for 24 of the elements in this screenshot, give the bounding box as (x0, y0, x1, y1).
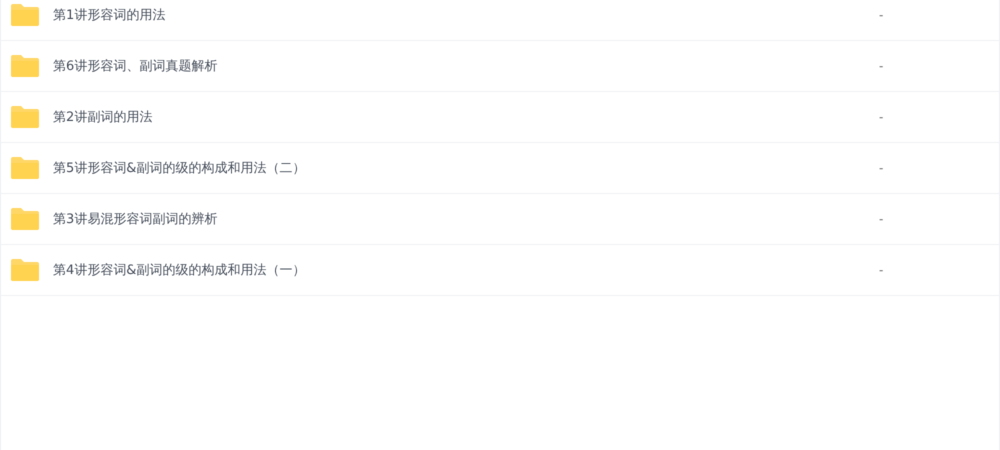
folder-icon (10, 258, 40, 282)
folder-icon (10, 156, 40, 180)
file-name: 第1讲形容词的用法 (53, 7, 166, 24)
table-cell-text: - (879, 263, 884, 277)
file-row[interactable]: 第4讲形容词&副词的级的构成和用法（一） - (1, 245, 999, 296)
file-row[interactable]: 第5讲形容词&副词的级的构成和用法（二） - (1, 143, 999, 194)
table-cell-text: - (879, 59, 884, 73)
table-cell-text: - (879, 8, 884, 22)
table-cell-text: - (879, 161, 884, 175)
file-row[interactable]: 第6讲形容词、副词真题解析 - (1, 41, 999, 92)
file-row[interactable]: 第2讲副词的用法 - (1, 92, 999, 143)
file-name: 第6讲形容词、副词真题解析 (53, 58, 218, 75)
table-cell-text: - (879, 110, 884, 124)
folder-icon (10, 207, 40, 231)
folder-icon (10, 54, 40, 78)
file-name: 第2讲副词的用法 (53, 109, 154, 126)
table-cell-text: - (879, 212, 884, 226)
file-row[interactable]: 第3讲易混形容词副词的辨析 - (1, 194, 999, 245)
file-name: 第3讲易混形容词副词的辨析 (53, 211, 218, 228)
folder-icon (10, 105, 40, 129)
file-name: 第5讲形容词&副词的级的构成和用法（二） (53, 160, 306, 177)
file-name: 第4讲形容词&副词的级的构成和用法（一） (53, 262, 306, 279)
file-row[interactable]: 第1讲形容词的用法 - (1, 0, 999, 41)
folder-icon (10, 3, 40, 27)
